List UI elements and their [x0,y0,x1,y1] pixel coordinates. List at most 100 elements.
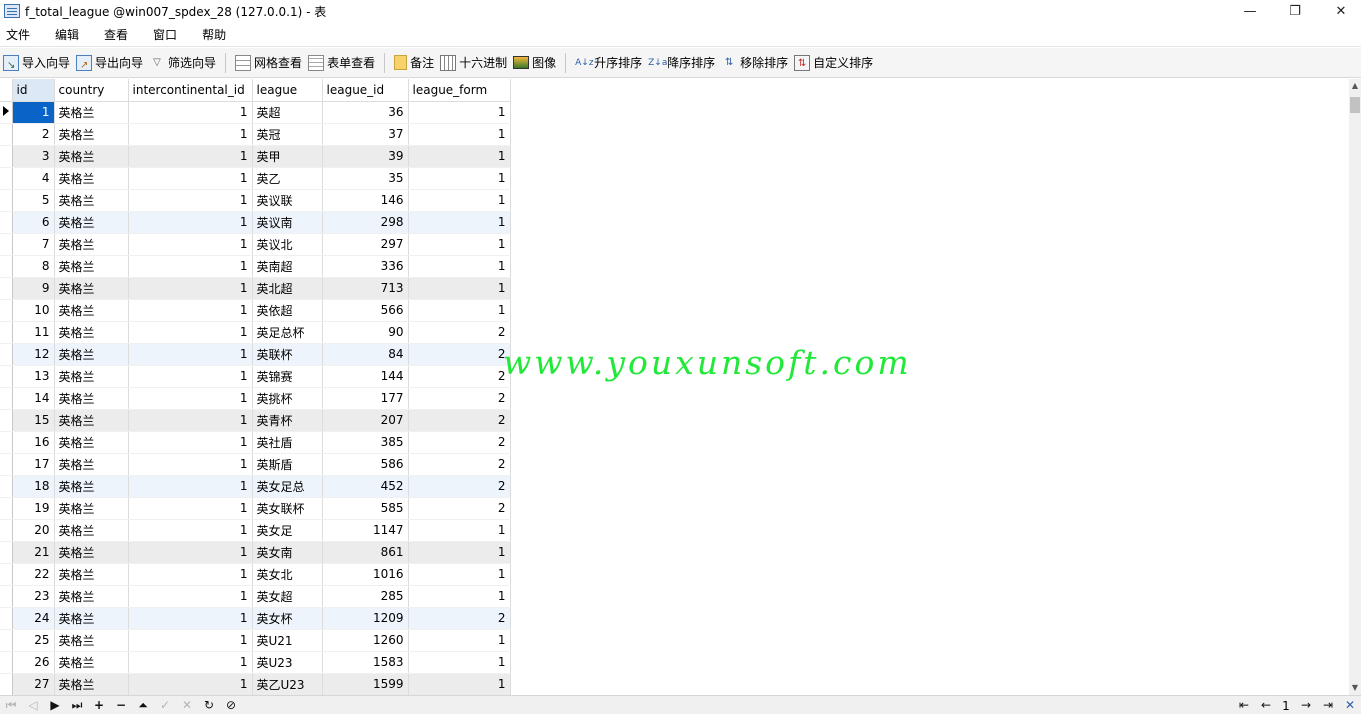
row-indicator[interactable] [0,563,13,586]
row-indicator[interactable] [0,497,13,520]
cell-country[interactable]: 英格兰 [54,585,129,608]
cell-intercontinental-id[interactable]: 1 [128,673,253,695]
cell-league[interactable]: 英足总杯 [252,321,323,344]
cell-id[interactable]: 15 [12,409,55,432]
page-settings-icon[interactable]: ✕ [1339,696,1361,715]
cell-league[interactable]: 英甲 [252,145,323,168]
cell-intercontinental-id[interactable]: 1 [128,607,253,630]
cell-league[interactable]: 英女足 [252,519,323,542]
cell-league-id[interactable]: 585 [322,497,409,520]
row-indicator[interactable] [0,145,13,168]
cell-league-form[interactable]: 1 [408,563,511,586]
cell-id[interactable]: 10 [12,299,55,322]
cell-intercontinental-id[interactable]: 1 [128,343,253,366]
row-indicator[interactable] [0,629,13,652]
cell-id[interactable]: 24 [12,607,55,630]
close-button[interactable]: ✕ [1318,0,1361,22]
row-indicator[interactable] [0,343,13,366]
cell-league-id[interactable]: 285 [322,585,409,608]
cell-country[interactable]: 英格兰 [54,255,129,278]
cell-country[interactable]: 英格兰 [54,277,129,300]
cell-league-form[interactable]: 2 [408,387,511,410]
table-row[interactable]: 13 英格兰 1 英锦赛 144 2 [0,365,511,388]
cell-league-form[interactable]: 1 [408,277,511,300]
row-indicator[interactable] [0,321,13,344]
cell-league-id[interactable]: 207 [322,409,409,432]
table-row[interactable]: 2 英格兰 1 英冠 37 1 [0,123,511,146]
cell-intercontinental-id[interactable]: 1 [128,431,253,454]
cell-id[interactable]: 14 [12,387,55,410]
hex-button[interactable]: 十六进制 [437,51,510,75]
cell-league[interactable]: 英联杯 [252,343,323,366]
cell-league-form[interactable]: 1 [408,519,511,542]
table-row[interactable]: 9 英格兰 1 英北超 713 1 [0,277,511,300]
column-header-league[interactable]: league [252,79,323,102]
row-indicator[interactable] [0,585,13,608]
sort-ascending-button[interactable]: A↓z 升序排序 [572,51,645,75]
cell-league[interactable]: 英女杯 [252,607,323,630]
cell-league[interactable]: 英社盾 [252,431,323,454]
cell-league-form[interactable]: 2 [408,409,511,432]
cell-league-id[interactable]: 39 [322,145,409,168]
delete-record-icon[interactable]: − [110,696,132,715]
cell-intercontinental-id[interactable]: 1 [128,211,253,234]
custom-sort-button[interactable]: ⇅ 自定义排序 [791,51,876,75]
column-header-id[interactable]: id [12,79,55,102]
cell-league-form[interactable]: 2 [408,365,511,388]
cell-league[interactable]: 英女超 [252,585,323,608]
cell-league[interactable]: 英议北 [252,233,323,256]
cell-league-id[interactable]: 84 [322,343,409,366]
cell-intercontinental-id[interactable]: 1 [128,497,253,520]
row-indicator[interactable] [0,475,13,498]
table-row[interactable]: 23 英格兰 1 英女超 285 1 [0,585,511,608]
cell-id[interactable]: 12 [12,343,55,366]
cell-league-id[interactable]: 336 [322,255,409,278]
cell-country[interactable]: 英格兰 [54,123,129,146]
table-row[interactable]: 26 英格兰 1 英U23 1583 1 [0,651,511,674]
cell-league-form[interactable]: 2 [408,453,511,476]
cell-league-form[interactable]: 1 [408,145,511,168]
cell-league-id[interactable]: 1147 [322,519,409,542]
column-header-intercontinental-id[interactable]: intercontinental_id [128,79,253,102]
next-page-icon[interactable]: → [1295,696,1317,715]
row-indicator[interactable] [0,651,13,674]
row-indicator[interactable] [0,431,13,454]
cell-league-form[interactable]: 1 [408,189,511,212]
import-wizard-button[interactable]: ↘ 导入向导 [0,51,73,75]
cell-league-form[interactable]: 1 [408,585,511,608]
cell-league-id[interactable]: 1209 [322,607,409,630]
memo-button[interactable]: 备注 [391,51,437,75]
vertical-scrollbar[interactable]: ▲ ▼ [1349,79,1361,695]
cell-intercontinental-id[interactable]: 1 [128,233,253,256]
cell-intercontinental-id[interactable]: 1 [128,453,253,476]
cell-league-form[interactable]: 1 [408,123,511,146]
row-indicator[interactable] [0,541,13,564]
cell-league-id[interactable]: 861 [322,541,409,564]
first-page-icon[interactable]: ⇤ [1233,696,1255,715]
row-indicator[interactable] [0,519,13,542]
table-row[interactable]: 10 英格兰 1 英依超 566 1 [0,299,511,322]
cell-id[interactable]: 26 [12,651,55,674]
cell-league[interactable]: 英议南 [252,211,323,234]
cell-id[interactable]: 25 [12,629,55,652]
cell-intercontinental-id[interactable]: 1 [128,277,253,300]
column-header-league-form[interactable]: league_form [408,79,511,102]
cell-country[interactable]: 英格兰 [54,145,129,168]
cell-id[interactable]: 20 [12,519,55,542]
scroll-up-icon[interactable]: ▲ [1349,79,1361,93]
cell-country[interactable]: 英格兰 [54,563,129,586]
cell-league-id[interactable]: 566 [322,299,409,322]
menu-file[interactable]: 文件 [0,26,36,43]
scroll-thumb[interactable] [1350,97,1360,113]
column-header-league-id[interactable]: league_id [322,79,409,102]
cell-league-form[interactable]: 2 [408,343,511,366]
cell-intercontinental-id[interactable]: 1 [128,409,253,432]
cell-id[interactable]: 23 [12,585,55,608]
cell-country[interactable]: 英格兰 [54,629,129,652]
cell-league-form[interactable]: 1 [408,101,511,124]
cell-country[interactable]: 英格兰 [54,651,129,674]
cell-league[interactable]: 英女联杯 [252,497,323,520]
cell-league-form[interactable]: 1 [408,673,511,695]
cell-id[interactable]: 5 [12,189,55,212]
cell-league-form[interactable]: 1 [408,651,511,674]
